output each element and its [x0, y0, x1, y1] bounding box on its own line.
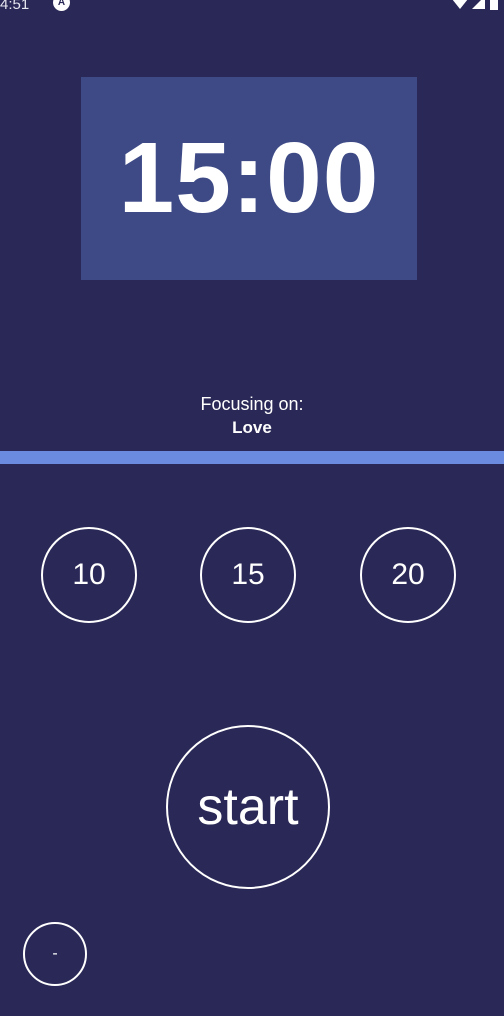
battery-icon — [490, 0, 498, 10]
preset-20-button[interactable]: 20 — [360, 527, 456, 623]
preset-10-button[interactable]: 10 — [41, 527, 137, 623]
status-bar: 4:51 A — [0, 0, 504, 16]
preset-15-button[interactable]: 15 — [200, 527, 296, 623]
progress-fill — [0, 451, 504, 464]
wifi-icon — [452, 0, 468, 9]
progress-bar — [0, 451, 504, 464]
focus-label: Focusing on: — [200, 394, 304, 414]
status-time: 4:51 — [0, 0, 30, 13]
status-icons — [452, 0, 498, 10]
focus-info: Focusing on: Love — [0, 392, 504, 440]
app-notification-icon: A — [53, 0, 70, 11]
timer-countdown: 15:00 — [118, 122, 380, 234]
timer-display: 15:00 — [81, 77, 417, 280]
minus-button[interactable]: - — [23, 922, 87, 986]
signal-icon — [472, 0, 485, 9]
start-button[interactable]: start — [166, 725, 330, 889]
focus-subject: Love — [232, 418, 272, 437]
